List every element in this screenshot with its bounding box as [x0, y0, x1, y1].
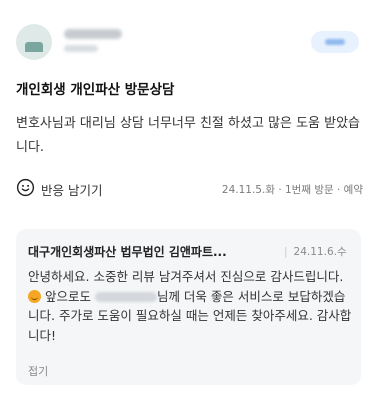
reaction-button[interactable]: 반응 남기기: [41, 180, 102, 199]
visit-info: 24.11.5.화 · 1번째 방문 · 예약: [221, 184, 363, 196]
reviewer-header: [16, 20, 359, 64]
owner-reply: 대구개인회생파산 법무법인 김앤파트... 24.11.6.수 안녕하세요. 소…: [16, 229, 361, 385]
reply-author: 대구개인회생파산 법무법인 김앤파트...: [28, 245, 227, 259]
reviewer-avatar[interactable]: [16, 24, 52, 60]
reply-text-part-2: 앞으로도: [41, 288, 95, 304]
review-body: 변호사님과 대리님 상담 너무너무 친절 하셨고 많은 도움 받았습니다.: [16, 116, 361, 155]
reviewer-meta-blurred: [64, 45, 98, 52]
redacted-customer-name: [94, 291, 157, 302]
reviewer-name-blurred: [64, 29, 122, 39]
follow-button[interactable]: [311, 31, 359, 53]
reply-date: 24.11.6.수: [284, 244, 347, 259]
smile-face-icon[interactable]: [16, 178, 35, 197]
reply-text: 안녕하세요. 소중한 리뷰 남겨주셔서 진심으로 감사드립니다. 앞으로도 님께…: [28, 267, 353, 345]
fold-link[interactable]: 접기: [28, 363, 48, 379]
reply-text-part-1: 안녕하세요. 소중한 리뷰 남겨주셔서 진심으로 감사드립니다.: [28, 269, 344, 284]
smiley-emoji-icon: [28, 289, 41, 303]
review-title: 개인회생 개인파산 방문상담: [16, 82, 175, 98]
reaction-row: 반응 남기기 24.11.5.화 · 1번째 방문 · 예약: [16, 178, 363, 200]
